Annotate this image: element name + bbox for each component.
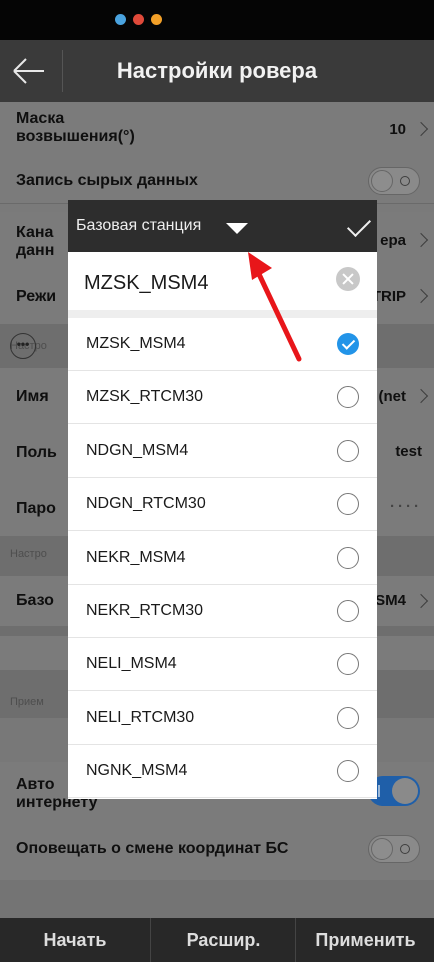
apply-button[interactable]: Применить xyxy=(295,918,434,962)
mode-label: Режи xyxy=(16,288,57,305)
list-item-label: NEKR_MSM4 xyxy=(86,548,186,566)
list-item-label: NDGN_RTCM30 xyxy=(86,495,206,513)
dropdown-search-field[interactable]: MZSK_MSM4 xyxy=(68,252,377,318)
data-channel-value: ера xyxy=(380,232,406,249)
notify-label: Оповещать о смене координат БС xyxy=(16,840,289,857)
chevron-right-icon xyxy=(413,593,429,609)
list-item[interactable]: MZSK_RTCM30 xyxy=(68,371,377,425)
radio-unchecked-icon[interactable] xyxy=(337,653,359,676)
list-item-label: MZSK_MSM4 xyxy=(86,335,186,352)
app-icon-red xyxy=(133,14,144,25)
toggle-off-icon xyxy=(400,844,410,854)
app-icon-orange xyxy=(151,14,162,25)
base-value: SM4 xyxy=(375,592,406,609)
annotation-arrow-icon xyxy=(248,252,302,362)
clear-icon[interactable] xyxy=(336,267,360,291)
password-label: Паро xyxy=(16,500,56,517)
raw-data-label: Запись сырых данных xyxy=(16,172,198,189)
user-value: test xyxy=(395,443,422,460)
list-item[interactable]: NDGN_MSM4 xyxy=(68,425,377,478)
elevation-mask-value: 10 xyxy=(389,121,406,138)
more-options-icon[interactable]: ••• xyxy=(10,333,36,359)
list-item[interactable]: NGNK_MSM4 xyxy=(68,745,377,799)
list-item-label: NELI_MSM4 xyxy=(86,655,177,673)
chevron-right-icon xyxy=(413,121,429,137)
radio-unchecked-icon[interactable] xyxy=(337,546,359,569)
page-title: Настройки ровера xyxy=(116,58,318,83)
status-bar xyxy=(0,0,434,40)
name-value: (net xyxy=(378,388,407,405)
radio-unchecked-icon[interactable] xyxy=(337,706,359,729)
name-label: Имя xyxy=(16,388,49,405)
raw-data-row: Запись сырых данных xyxy=(0,158,434,204)
extended-button[interactable]: Расшир. xyxy=(150,918,296,962)
radio-unchecked-icon[interactable] xyxy=(337,386,359,409)
radio-unchecked-icon[interactable] xyxy=(337,600,359,622)
elevation-mask-label: Маска возвышения(°) xyxy=(16,110,135,145)
list-item-label: MZSK_RTCM30 xyxy=(86,388,204,406)
search-input-value[interactable]: MZSK_MSM4 xyxy=(84,272,208,295)
list-item[interactable]: NEKR_RTCM30 xyxy=(68,585,377,638)
blank-panel-3 xyxy=(0,880,434,918)
list-item[interactable]: NEKR_MSM4 xyxy=(68,532,377,585)
radio-unchecked-icon[interactable] xyxy=(337,439,359,462)
radio-unchecked-icon[interactable] xyxy=(337,760,359,783)
list-item[interactable]: NELI_RTCM30 xyxy=(68,692,377,745)
raw-data-toggle[interactable] xyxy=(368,167,420,195)
base-station-dropdown-header[interactable]: Базовая станция xyxy=(68,200,377,252)
start-button[interactable]: Начать xyxy=(0,918,150,962)
list-item[interactable]: MZSK_MSM4 xyxy=(68,318,377,371)
list-item-label: NDGN_MSM4 xyxy=(86,441,189,459)
list-item-label: NGNK_MSM4 xyxy=(86,762,188,780)
bottom-action-bar: Начать Расшир. Применить xyxy=(0,918,434,962)
list-item[interactable]: NELI_MSM4 xyxy=(68,638,377,692)
base-station-list: MZSK_MSM4 MZSK_RTCM30 NDGN_MSM4 NDGN_RTCM30… xyxy=(68,318,377,799)
confirm-check-icon[interactable] xyxy=(346,212,372,238)
list-item-label: NELI_RTCM30 xyxy=(86,708,195,726)
chevron-right-icon xyxy=(413,388,429,404)
data-channel-label: Кана данн xyxy=(16,224,55,259)
radio-checked-icon[interactable] xyxy=(337,333,359,355)
chevron-right-icon xyxy=(413,288,429,304)
notify-row: Оповещать о смене координат БС xyxy=(0,818,434,881)
list-item-label: NEKR_RTCM30 xyxy=(86,602,204,619)
password-value: ···· xyxy=(390,498,422,515)
list-item[interactable]: NDGN_RTCM30 xyxy=(68,478,377,532)
notify-toggle[interactable] xyxy=(368,835,420,863)
telegram-icon xyxy=(115,14,126,25)
caret-down-icon[interactable] xyxy=(226,223,248,234)
base-label: Базо xyxy=(16,592,54,609)
toggle-off-icon xyxy=(400,176,410,186)
radio-unchecked-icon[interactable] xyxy=(337,493,359,516)
app-header: Настройки ровера xyxy=(0,40,434,102)
elevation-mask-row[interactable]: Маска возвышения(°) 10 xyxy=(0,102,434,159)
dropdown-title: Базовая станция xyxy=(76,217,202,234)
chevron-right-icon xyxy=(413,232,429,248)
user-label: Поль xyxy=(16,444,57,461)
